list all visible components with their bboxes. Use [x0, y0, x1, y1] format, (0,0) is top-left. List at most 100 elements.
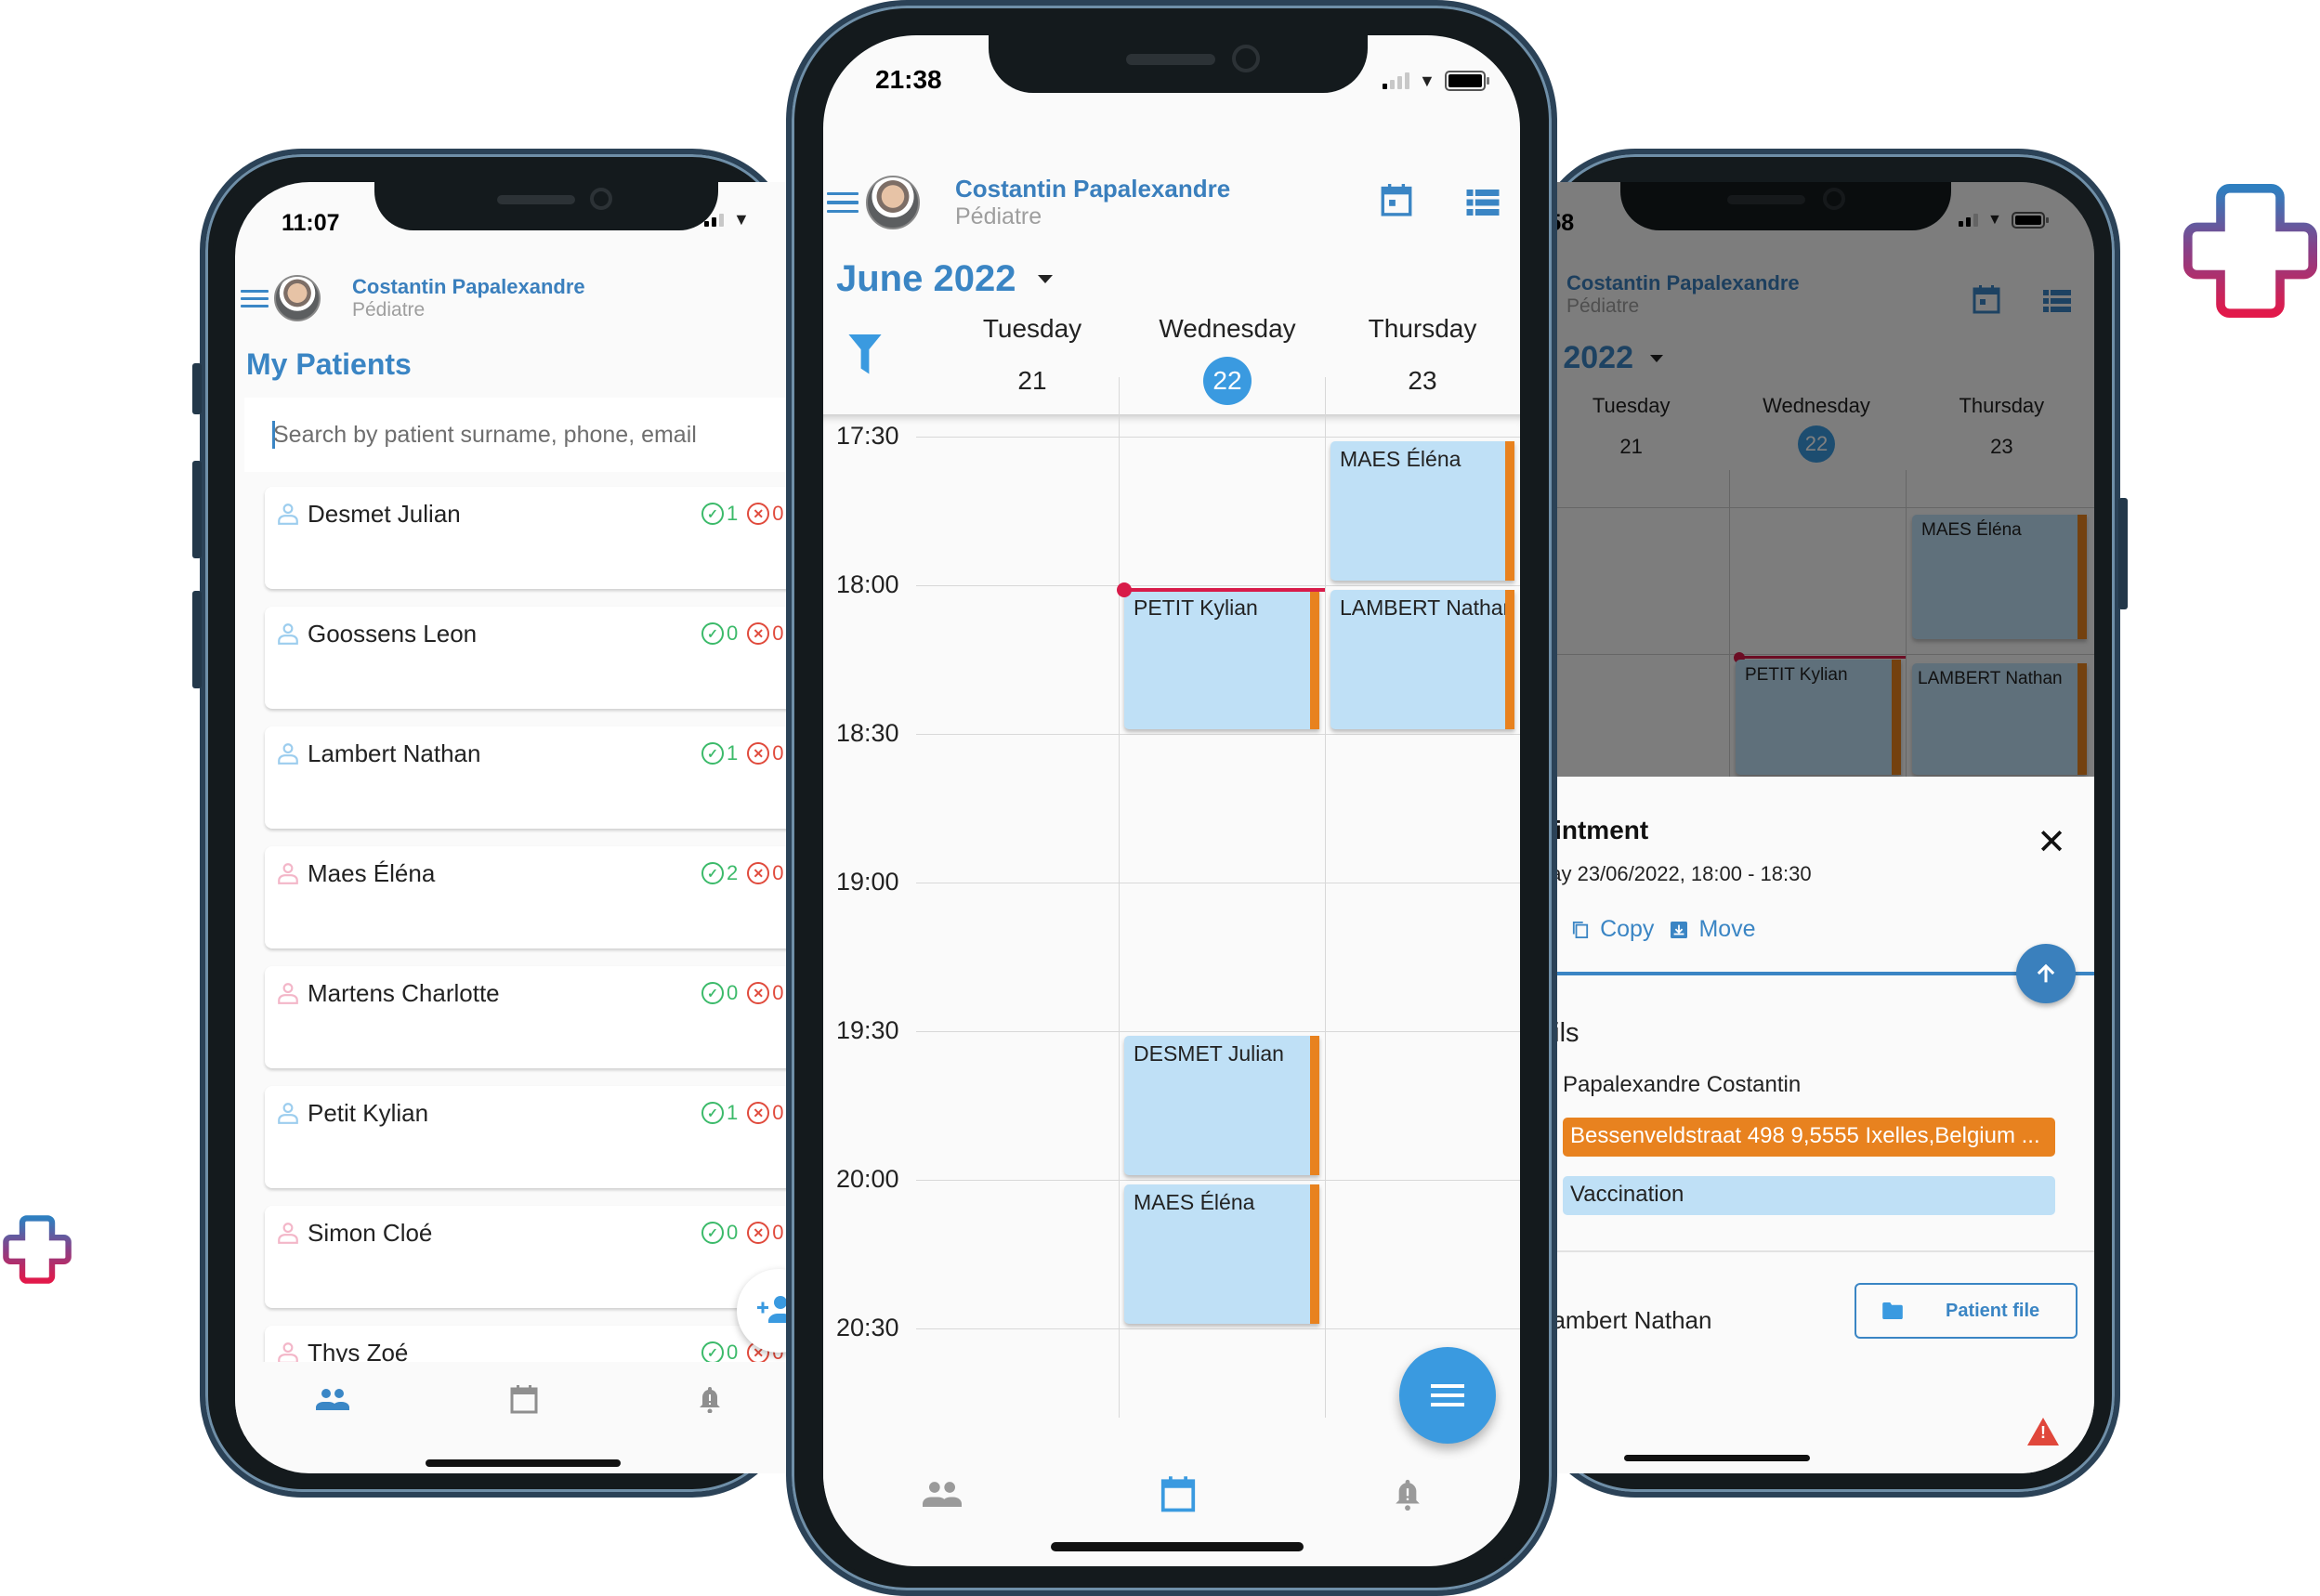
time-label: 17:30 [836, 422, 899, 450]
patient-name: Lambert Nathan [1539, 1306, 1712, 1334]
patient-card[interactable]: Lambert Nathan ✓ 1 ✕ 0 [265, 726, 802, 829]
modal-overlay[interactable] [1539, 182, 2094, 777]
male-user-icon [278, 1103, 298, 1124]
confirmed-count: 1 [727, 502, 739, 525]
warning-icon[interactable] [2027, 1418, 2059, 1446]
female-user-icon [278, 863, 298, 884]
appointment-datetime: day 23/06/2022, 18:00 - 18:30 [1539, 862, 1812, 885]
confirmed-count: 0 [727, 1221, 739, 1244]
volume-down-button [192, 591, 202, 688]
calendar-event[interactable]: DESMET Julian [1124, 1036, 1319, 1175]
bottom-tab-bar [235, 1362, 802, 1436]
tab-notifications[interactable] [699, 1385, 721, 1413]
tab-notifications[interactable] [1395, 1477, 1421, 1511]
cancel-circle-icon: ✕ [747, 862, 770, 884]
time-label: 19:00 [836, 868, 899, 896]
expand-up-button[interactable] [2016, 944, 2076, 1003]
calendar-event[interactable]: LAMBERT Nathan [1330, 590, 1514, 729]
patient-card[interactable]: Petit Kylian ✓ 1 ✕ 0 [265, 1086, 802, 1188]
list-view-icon[interactable] [1466, 190, 1500, 216]
patient-name: Goossens Leon [308, 620, 478, 648]
menu-fab-button[interactable] [1399, 1347, 1496, 1444]
cancel-circle-icon: ✕ [747, 742, 770, 765]
notch [374, 182, 718, 230]
move-button[interactable]: Move [1671, 916, 1756, 943]
notch [989, 35, 1368, 93]
cancelled-count: 0 [772, 981, 784, 1004]
status-icons: ▼ [704, 210, 750, 229]
notification-bell-icon [700, 1387, 721, 1413]
time-label: 18:30 [836, 719, 899, 747]
patient-card[interactable]: Maes Éléna ✓ 2 ✕ 0 [265, 846, 802, 948]
check-circle-icon: ✓ [701, 1222, 724, 1244]
tab-calendar[interactable] [1160, 1475, 1196, 1512]
confirmed-count: 1 [727, 1101, 739, 1124]
page-title: My Patients [246, 347, 412, 381]
cancelled-count: 0 [772, 741, 784, 765]
search-input[interactable]: Search by patient surname, phone, email [244, 398, 802, 472]
avatar[interactable] [866, 176, 920, 229]
patients-icon [315, 1389, 349, 1410]
calendar-event[interactable]: MAES Éléna [1330, 441, 1514, 581]
time-label: 19:30 [836, 1016, 899, 1044]
menu-icon[interactable] [241, 285, 269, 312]
hour-gridline [916, 1031, 1520, 1032]
check-circle-icon: ✓ [701, 1102, 724, 1124]
day-name: Tuesday [982, 314, 1082, 343]
wifi-icon: ▼ [1419, 71, 1435, 90]
time-label: 20:30 [836, 1314, 899, 1341]
search-placeholder: Search by patient surname, phone, email [273, 421, 697, 448]
address-chip[interactable]: Bessenveldstraat 498 9,5555 Ixelles,Belg… [1563, 1118, 2055, 1157]
doctor-role: Pédiatre [352, 299, 426, 321]
calendar-grid[interactable]: 17:30 18:00 18:30 19:00 19:30 20:00 20:30 MAES … [823, 377, 1520, 1418]
patient-card[interactable]: Martens Charlotte ✓ 0 ✕ 0 [265, 966, 802, 1068]
doctor-role: Pédiatre [955, 203, 1042, 229]
cancel-circle-icon: ✕ [747, 622, 770, 645]
home-indicator [426, 1459, 621, 1467]
filter-icon[interactable] [847, 334, 883, 375]
check-circle-icon: ✓ [701, 1341, 724, 1364]
calendar-event[interactable]: MAES Éléna [1124, 1184, 1319, 1324]
female-user-icon [278, 983, 298, 1004]
confirmed-count: 0 [727, 981, 739, 1004]
copy-button[interactable]: Copy [1572, 916, 1654, 943]
hour-gridline [916, 1180, 1520, 1181]
avatar[interactable] [274, 275, 321, 321]
day-divider [1325, 377, 1326, 1418]
wifi-icon: ▼ [733, 210, 750, 229]
patient-file-button[interactable]: Patient file [1855, 1283, 2078, 1339]
status-time: 21:38 [875, 65, 942, 94]
appointment-sheet: ointment day 23/06/2022, 18:00 - 18:30 ✕… [1539, 777, 2094, 1473]
app-header: Costantin Papalexandre Pédiatre [827, 175, 1230, 230]
tab-patients[interactable] [315, 1388, 349, 1410]
arrow-up-icon [2037, 963, 2055, 983]
time-label: 18:00 [836, 570, 899, 598]
tab-patients[interactable] [923, 1481, 962, 1507]
hour-gridline [916, 734, 1520, 735]
cancel-circle-icon: ✕ [747, 1222, 770, 1244]
bottom-tab-bar [823, 1466, 1520, 1522]
patient-card[interactable]: Goossens Leon ✓ 0 ✕ 0 [265, 607, 802, 709]
month-label: June 2022 [836, 258, 1016, 299]
close-button[interactable]: ✕ [2037, 825, 2066, 860]
patient-card[interactable]: Simon Cloé ✓ 0 ✕ 0 [265, 1206, 802, 1308]
doctor-name: Costantin Papalexandre [352, 275, 585, 298]
day-column-header[interactable]: Tuesday 21 [935, 314, 1130, 405]
calendar-event[interactable]: PETIT Kylian [1124, 590, 1319, 729]
month-selector[interactable]: June 2022 [836, 258, 1054, 300]
tab-calendar[interactable] [510, 1384, 538, 1414]
hour-gridline [916, 1328, 1520, 1329]
male-user-icon [278, 623, 298, 645]
menu-icon[interactable] [827, 187, 859, 219]
female-user-icon [278, 1223, 298, 1244]
day-column-header[interactable]: Wednesday 22 [1130, 314, 1325, 405]
copy-icon [1572, 921, 1589, 938]
check-circle-icon: ✓ [701, 862, 724, 884]
patient-name: Petit Kylian [308, 1099, 429, 1127]
day-column-header[interactable]: Thursday 23 [1325, 314, 1520, 405]
patient-card[interactable]: Desmet Julian ✓ 1 ✕ 0 [265, 487, 802, 589]
screen: 21:38 ▼ Costantin Papalexandre Pédiatre … [823, 35, 1520, 1566]
calendar-view-icon[interactable] [1381, 182, 1412, 217]
screen: 11:07 ▼ Costantin Papalexandre Pédiatre … [235, 182, 802, 1473]
notification-bell-icon [1396, 1479, 1420, 1511]
